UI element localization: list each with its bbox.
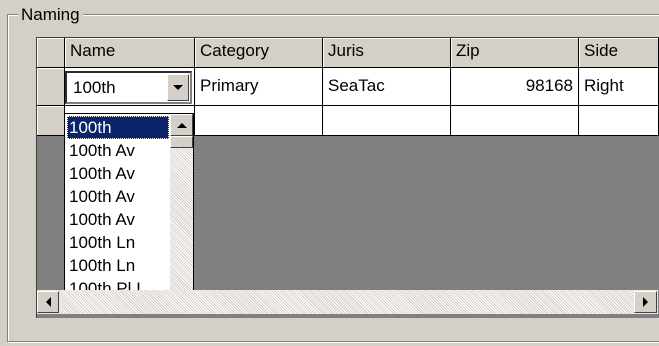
name-combobox-value: 100th (73, 78, 116, 97)
column-header-zip[interactable]: Zip (451, 38, 579, 68)
new-cell-juris[interactable] (323, 106, 451, 136)
arrow-up-icon (176, 122, 187, 128)
column-header-side[interactable]: Side (579, 38, 659, 68)
cell-category[interactable]: Primary (195, 68, 323, 106)
arrow-right-icon (643, 297, 648, 307)
dropdown-vertical-scrollbar[interactable] (170, 114, 193, 312)
cell-zip[interactable]: 98168 (451, 68, 579, 106)
new-cell-category[interactable] (195, 106, 323, 136)
dropdown-item[interactable]: 100th (67, 116, 169, 139)
arrow-left-icon (45, 297, 51, 307)
column-header-category[interactable]: Category (195, 38, 323, 68)
scroll-right-button[interactable] (634, 291, 657, 313)
dropdown-item[interactable]: 100th Ln (67, 254, 169, 277)
scroll-up-button[interactable] (170, 114, 193, 136)
combobox-dropdown-button[interactable] (167, 74, 189, 101)
grid-horizontal-scrollbar[interactable] (37, 290, 658, 314)
cell-side[interactable]: Right (579, 68, 659, 106)
row-header-corner (37, 38, 65, 68)
new-cell-side[interactable] (579, 106, 659, 136)
new-row-header[interactable] (37, 106, 65, 136)
column-header-name[interactable]: Name (65, 38, 195, 68)
scroll-thumb[interactable] (170, 136, 193, 148)
column-header-juris[interactable]: Juris (323, 38, 451, 68)
name-combobox[interactable]: 100th (65, 71, 192, 104)
dropdown-item[interactable]: 100th Ln (67, 231, 169, 254)
scroll-left-button[interactable] (37, 291, 59, 313)
dropdown-item[interactable]: 100th Av (67, 185, 169, 208)
new-cell-zip[interactable] (451, 106, 579, 136)
chevron-down-icon (173, 85, 183, 90)
name-dropdown-list[interactable]: 100th 100th Av 100th Av 100th Av 100th A… (64, 113, 194, 313)
dropdown-item[interactable]: 100th Av (67, 162, 169, 185)
cell-juris[interactable]: SeaTac (323, 68, 451, 106)
dropdown-item[interactable]: 100th Av (67, 208, 169, 231)
dropdown-item[interactable]: 100th Av (67, 139, 169, 162)
row-header[interactable] (37, 68, 65, 106)
naming-group-title: Naming (18, 5, 83, 25)
